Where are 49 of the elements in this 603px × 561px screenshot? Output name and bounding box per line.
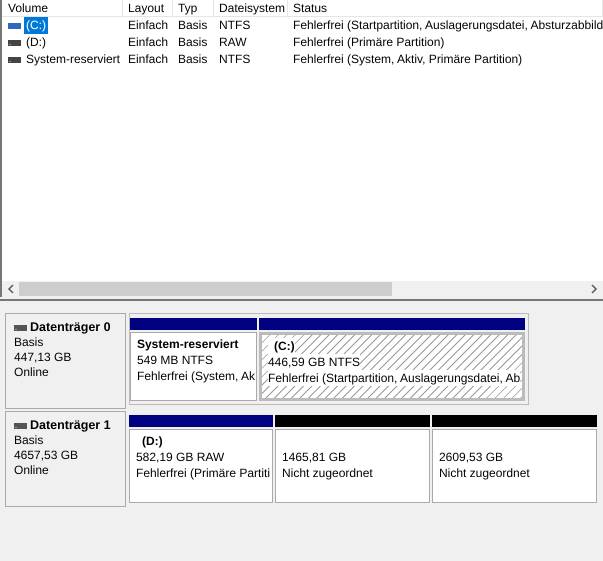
disk-detail: 4657,53 GB	[14, 448, 80, 463]
column-header[interactable]: Dateisystem	[214, 0, 288, 17]
table-cell: Einfach	[128, 52, 168, 66]
partition-status: Nicht zugeordnet	[439, 465, 530, 481]
table-cell: Einfach	[128, 35, 168, 49]
disk-detail: 447,13 GB	[14, 350, 72, 365]
disk-name: Datenträger 1	[30, 418, 111, 433]
partition-box[interactable]: 1465,81 GB Nicht zugeordnet	[275, 429, 430, 503]
table-cell: Basis	[178, 52, 208, 66]
table-cell: Fehlerfrei (System, Aktiv, Primäre Partition)	[293, 52, 522, 66]
drive-label[interactable]: System-reserviert	[24, 51, 122, 68]
disk-detail: Online	[14, 463, 50, 478]
partition-box[interactable]: (D:) 582,19 GB RAW Fehlerfrei (Primäre Partiti	[129, 429, 273, 503]
partition-box[interactable]: (C:) 446,59 GB NTFS Fehlerfrei (Startpartition, Auslagerungsdatei, Ab	[259, 332, 525, 401]
disk-detail: Basis	[14, 433, 44, 448]
column-header[interactable]: Status	[288, 0, 603, 17]
column-header[interactable]: Layout	[123, 0, 173, 17]
disk-detail: Basis	[14, 335, 44, 350]
table-cell: Basis	[178, 35, 208, 49]
partition-box[interactable]: System-reserviert 549 MB NTFS Fehlerfrei (System, Ak	[130, 332, 257, 401]
partition-size: 446,59 GB NTFS	[268, 354, 360, 370]
drive-icon	[8, 22, 21, 30]
horizontal-scrollbar[interactable]	[2, 281, 603, 297]
partition-status: Fehlerfrei (Primäre Partiti	[136, 465, 270, 481]
table-cell: NTFS	[219, 18, 250, 32]
disk-info-panel[interactable]: Datenträger 1 Basis 4657,53 GB Online	[5, 411, 126, 507]
drive-label[interactable]: (D:)	[24, 34, 48, 51]
partition-status: Fehlerfrei (Startpartition, Auslagerungsdatei, Ab	[268, 370, 520, 386]
table-cell: Einfach	[128, 18, 168, 32]
partition-box[interactable]: 2609,53 GB Nicht zugeordnet	[432, 429, 597, 503]
scroll-left-icon[interactable]	[7, 284, 14, 294]
table-cell: Basis	[178, 18, 208, 32]
column-header[interactable]: Typ	[173, 0, 214, 17]
drive-label[interactable]: (C:)	[24, 17, 48, 34]
table-cell: Fehlerfrei (Startpartition, Auslagerungsdatei, Absturzabbild	[293, 18, 603, 32]
table-cell: NTFS	[219, 52, 250, 66]
disk-info-panel[interactable]: Datenträger 0 Basis 447,13 GB Online	[5, 313, 126, 409]
partition-name: (C:)	[268, 338, 295, 354]
drive-icon	[8, 56, 21, 64]
partition-name: System-reserviert	[137, 336, 238, 352]
partition-status: Nicht zugeordnet	[282, 465, 373, 481]
scroll-right-icon[interactable]	[591, 284, 598, 294]
disk-detail: Online	[14, 365, 50, 380]
scroll-thumb[interactable]	[19, 282, 392, 296]
disk-name: Datenträger 0	[30, 320, 111, 335]
table-cell: RAW	[219, 35, 247, 49]
drive-icon	[8, 38, 21, 46]
partition-status: Fehlerfrei (System, Ak	[137, 368, 256, 384]
table-cell: Fehlerfrei (Primäre Partition)	[293, 35, 444, 49]
